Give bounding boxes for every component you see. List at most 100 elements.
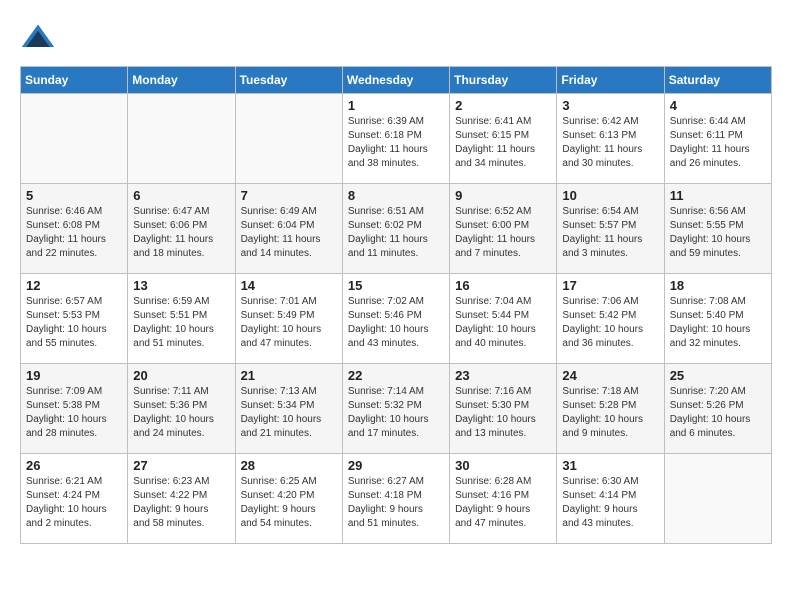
calendar-cell [128,94,235,184]
calendar-cell: 29Sunrise: 6:27 AM Sunset: 4:18 PM Dayli… [342,454,449,544]
day-info: Sunrise: 6:28 AM Sunset: 4:16 PM Dayligh… [455,475,551,531]
calendar-cell: 30Sunrise: 6:28 AM Sunset: 4:16 PM Dayli… [450,454,557,544]
calendar-cell: 11 Sunrise: 6:56 AM Sunset: 5:55 PM Dayli… [664,184,771,274]
day-number: 6 [133,188,229,203]
day-info: Sunrise: 6:56 AM Sunset: 5:55 PM Dayligh… [670,205,766,261]
calendar-cell [664,454,771,544]
calendar-cell: 5 Sunrise: 6:46 AM Sunset: 6:08 PM Daylig… [21,184,128,274]
day-info: Sunrise: 7:08 AM Sunset: 5:40 PM Dayligh… [670,295,766,351]
day-info: Sunrise: 7:11 AM Sunset: 5:36 PM Dayligh… [133,385,229,441]
day-number: 17 [562,278,658,293]
calendar-cell: 16 Sunrise: 7:04 AM Sunset: 5:44 PM Dayli… [450,274,557,364]
day-info: Sunrise: 6:47 AM Sunset: 6:06 PM Dayligh… [133,205,229,261]
day-info: Sunrise: 7:01 AM Sunset: 5:49 PM Dayligh… [241,295,337,351]
calendar-cell: 8 Sunrise: 6:51 AM Sunset: 6:02 PM Daylig… [342,184,449,274]
day-number: 10 [562,188,658,203]
calendar-cell: 1 Sunrise: 6:39 AM Sunset: 6:18 PM Daylig… [342,94,449,184]
calendar-table: SundayMondayTuesdayWednesdayThursdayFrid… [20,66,772,544]
day-number: 8 [348,188,444,203]
day-number: 18 [670,278,766,293]
day-info: Sunrise: 6:23 AM Sunset: 4:22 PM Dayligh… [133,475,229,531]
calendar-cell: 17 Sunrise: 7:06 AM Sunset: 5:42 PM Dayli… [557,274,664,364]
calendar-cell: 18 Sunrise: 7:08 AM Sunset: 5:40 PM Dayli… [664,274,771,364]
calendar-cell: 15 Sunrise: 7:02 AM Sunset: 5:46 PM Dayli… [342,274,449,364]
calendar-cell [21,94,128,184]
day-info: Sunrise: 7:06 AM Sunset: 5:42 PM Dayligh… [562,295,658,351]
day-number: 16 [455,278,551,293]
calendar-cell: 20 Sunrise: 7:11 AM Sunset: 5:36 PM Dayli… [128,364,235,454]
day-number: 29 [348,458,444,473]
calendar-cell: 21 Sunrise: 7:13 AM Sunset: 5:34 PM Dayli… [235,364,342,454]
calendar-week-5: 26 Sunrise: 6:21 AM Sunset: 4:24 PM Dayli… [21,454,772,544]
day-of-week-friday: Friday [557,67,664,94]
day-number: 31 [562,458,658,473]
day-info: Sunrise: 6:30 AM Sunset: 4:14 PM Dayligh… [562,475,658,531]
logo [20,20,62,56]
day-number: 2 [455,98,551,113]
day-number: 23 [455,368,551,383]
day-info: Sunrise: 6:51 AM Sunset: 6:02 PM Dayligh… [348,205,444,261]
day-number: 19 [26,368,122,383]
day-info: Sunrise: 6:25 AM Sunset: 4:20 PM Dayligh… [241,475,337,531]
day-info: Sunrise: 7:14 AM Sunset: 5:32 PM Dayligh… [348,385,444,441]
day-info: Sunrise: 6:57 AM Sunset: 5:53 PM Dayligh… [26,295,122,351]
day-info: Sunrise: 6:39 AM Sunset: 6:18 PM Dayligh… [348,115,444,171]
day-number: 14 [241,278,337,293]
day-of-week-saturday: Saturday [664,67,771,94]
calendar-cell: 26 Sunrise: 6:21 AM Sunset: 4:24 PM Dayli… [21,454,128,544]
day-number: 13 [133,278,229,293]
day-of-week-sunday: Sunday [21,67,128,94]
calendar-cell: 4 Sunrise: 6:44 AM Sunset: 6:11 PM Daylig… [664,94,771,184]
calendar-week-3: 12 Sunrise: 6:57 AM Sunset: 5:53 PM Dayli… [21,274,772,364]
calendar-cell: 6 Sunrise: 6:47 AM Sunset: 6:06 PM Daylig… [128,184,235,274]
calendar-week-2: 5 Sunrise: 6:46 AM Sunset: 6:08 PM Daylig… [21,184,772,274]
day-info: Sunrise: 7:02 AM Sunset: 5:46 PM Dayligh… [348,295,444,351]
logo-icon [20,20,56,56]
calendar-cell: 3Sunrise: 6:42 AM Sunset: 6:13 PM Daylig… [557,94,664,184]
day-number: 25 [670,368,766,383]
calendar-cell: 28 Sunrise: 6:25 AM Sunset: 4:20 PM Dayli… [235,454,342,544]
day-info: Sunrise: 7:18 AM Sunset: 5:28 PM Dayligh… [562,385,658,441]
day-number: 26 [26,458,122,473]
day-number: 11 [670,188,766,203]
day-number: 21 [241,368,337,383]
day-info: Sunrise: 6:46 AM Sunset: 6:08 PM Dayligh… [26,205,122,261]
calendar-cell: 19 Sunrise: 7:09 AM Sunset: 5:38 PM Dayli… [21,364,128,454]
calendar-cell: 12 Sunrise: 6:57 AM Sunset: 5:53 PM Dayli… [21,274,128,364]
calendar-cell: 25 Sunrise: 7:20 AM Sunset: 5:26 PM Dayli… [664,364,771,454]
day-info: Sunrise: 7:20 AM Sunset: 5:26 PM Dayligh… [670,385,766,441]
calendar-cell: 2 Sunrise: 6:41 AM Sunset: 6:15 PM Daylig… [450,94,557,184]
calendar-week-4: 19 Sunrise: 7:09 AM Sunset: 5:38 PM Dayli… [21,364,772,454]
day-number: 7 [241,188,337,203]
calendar-cell: 23Sunrise: 7:16 AM Sunset: 5:30 PM Dayli… [450,364,557,454]
day-number: 3 [562,98,658,113]
calendar-cell: 14 Sunrise: 7:01 AM Sunset: 5:49 PM Dayli… [235,274,342,364]
day-number: 28 [241,458,337,473]
calendar-week-1: 1 Sunrise: 6:39 AM Sunset: 6:18 PM Daylig… [21,94,772,184]
day-info: Sunrise: 7:09 AM Sunset: 5:38 PM Dayligh… [26,385,122,441]
day-number: 1 [348,98,444,113]
day-number: 4 [670,98,766,113]
day-info: Sunrise: 6:41 AM Sunset: 6:15 PM Dayligh… [455,115,551,171]
day-number: 9 [455,188,551,203]
day-info: Sunrise: 7:13 AM Sunset: 5:34 PM Dayligh… [241,385,337,441]
day-number: 15 [348,278,444,293]
calendar-cell: 24 Sunrise: 7:18 AM Sunset: 5:28 PM Dayli… [557,364,664,454]
day-number: 24 [562,368,658,383]
day-number: 5 [26,188,122,203]
day-number: 22 [348,368,444,383]
day-number: 27 [133,458,229,473]
day-of-week-thursday: Thursday [450,67,557,94]
day-info: Sunrise: 6:44 AM Sunset: 6:11 PM Dayligh… [670,115,766,171]
calendar-cell: 22 Sunrise: 7:14 AM Sunset: 5:32 PM Dayli… [342,364,449,454]
calendar-cell: 10Sunrise: 6:54 AM Sunset: 5:57 PM Dayli… [557,184,664,274]
day-info: Sunrise: 7:04 AM Sunset: 5:44 PM Dayligh… [455,295,551,351]
calendar-cell [235,94,342,184]
day-info: Sunrise: 6:59 AM Sunset: 5:51 PM Dayligh… [133,295,229,351]
day-number: 12 [26,278,122,293]
calendar-cell: 7Sunrise: 6:49 AM Sunset: 6:04 PM Daylig… [235,184,342,274]
day-info: Sunrise: 6:21 AM Sunset: 4:24 PM Dayligh… [26,475,122,531]
day-info: Sunrise: 6:52 AM Sunset: 6:00 PM Dayligh… [455,205,551,261]
day-number: 20 [133,368,229,383]
calendar-cell: 31 Sunrise: 6:30 AM Sunset: 4:14 PM Dayli… [557,454,664,544]
